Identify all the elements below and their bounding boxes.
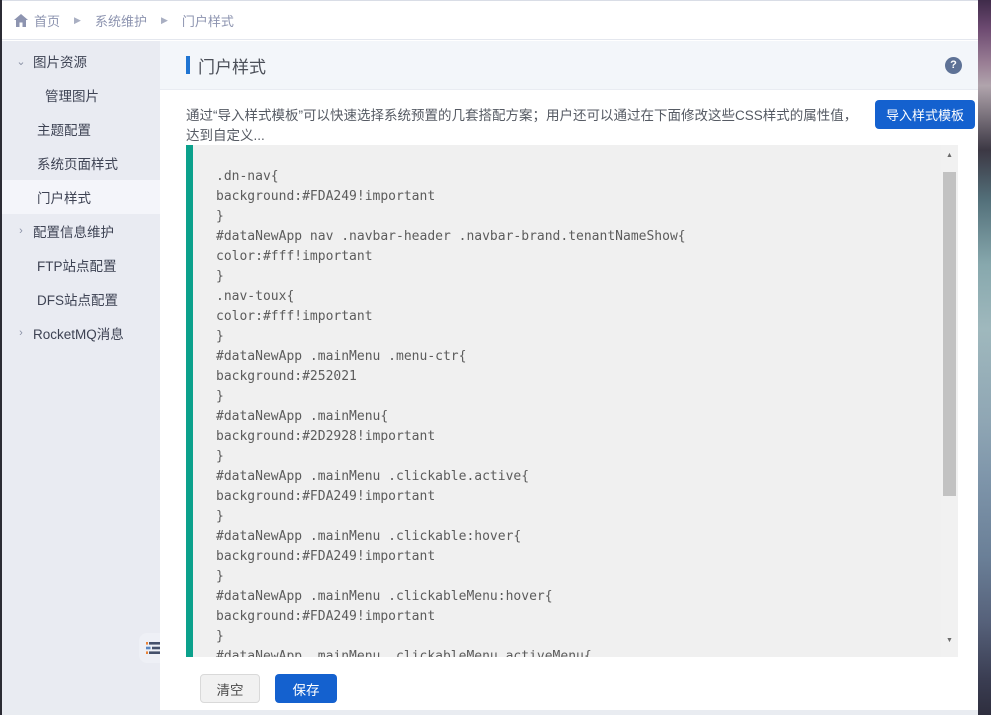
window-bottom-edge: [2, 710, 978, 715]
sidebar-item-portal-style[interactable]: 门户样式: [2, 180, 160, 214]
sidebar-item-label: FTP站点配置: [2, 255, 117, 275]
chevron-right-icon: ›: [15, 225, 27, 237]
chevron-right-icon: ›: [15, 327, 27, 339]
description-text: 通过“导入样式模板”可以快速选择系统预置的几套搭配方案；用户还可以通过在下面修改…: [186, 104, 866, 144]
breadcrumb: 首页 ▶ 系统维护 ▶ 门户样式: [14, 11, 234, 30]
caret-right-icon: ▶: [74, 15, 81, 26]
breadcrumb-system-maintenance[interactable]: 系统维护: [95, 11, 147, 30]
main-content: 门户样式 ? 通过“导入样式模板”可以快速选择系统预置的几套搭配方案；用户还可以…: [160, 41, 978, 710]
sidebar-item-config-info-maintenance[interactable]: › 配置信息维护: [2, 214, 160, 248]
editor-scrollbar[interactable]: ▲ ▼: [941, 145, 958, 657]
sidebar-item-system-page-style[interactable]: 系统页面样式: [2, 146, 160, 180]
help-icon[interactable]: ?: [945, 57, 962, 74]
scroll-down-icon[interactable]: ▼: [941, 632, 958, 649]
breadcrumb-home-label: 首页: [34, 11, 60, 30]
sidebar-item-ftp-site-config[interactable]: FTP站点配置: [2, 248, 160, 282]
breadcrumb-bar: 首页 ▶ 系统维护 ▶ 门户样式: [2, 0, 978, 40]
title-accent-bar: [186, 56, 190, 74]
sidebar-item-label: 门户样式: [2, 187, 91, 207]
sidebar-item-label: 管理图片: [2, 85, 99, 105]
scroll-up-icon[interactable]: ▲: [941, 147, 958, 164]
sidebar-item-manage-images[interactable]: 管理图片: [2, 78, 160, 112]
chevron-down-icon: ⌄: [15, 55, 27, 68]
sidebar-item-image-resources[interactable]: ⌄ 图片资源: [2, 44, 160, 78]
desktop-wallpaper-strip: [978, 0, 991, 715]
sidebar-item-label: DFS站点配置: [2, 289, 118, 309]
home-icon: [14, 14, 28, 27]
css-code-editor[interactable]: .dn-nav{ background:#FDA249!important } …: [186, 145, 958, 657]
sidebar-item-dfs-site-config[interactable]: DFS站点配置: [2, 282, 160, 316]
save-button[interactable]: 保存: [275, 674, 337, 703]
sidebar-item-rocketmq-messages[interactable]: › RocketMQ消息: [2, 316, 160, 350]
sidebar: ⌄ 图片资源 管理图片 主题配置 系统页面样式 门户样式 › 配置信息维护 FT…: [2, 41, 160, 710]
import-style-template-button[interactable]: 导入样式模板: [875, 100, 975, 129]
breadcrumb-home[interactable]: 首页: [14, 11, 60, 30]
page-title-bar: 门户样式 ?: [160, 41, 978, 90]
sidebar-item-theme-config[interactable]: 主题配置: [2, 112, 160, 146]
action-button-row: 清空 保存: [200, 674, 337, 703]
scrollbar-thumb[interactable]: [943, 172, 956, 496]
page-title: 门户样式: [198, 53, 266, 78]
breadcrumb-portal-style: 门户样式: [182, 11, 234, 30]
caret-right-icon: ▶: [161, 15, 168, 26]
clear-button[interactable]: 清空: [200, 674, 260, 703]
css-code-content[interactable]: .dn-nav{ background:#FDA249!important } …: [193, 145, 941, 657]
app-window: 首页 ▶ 系统维护 ▶ 门户样式 ⌄ 图片资源 管理图片 主题配置 系统页面样式…: [0, 0, 991, 715]
sidebar-item-label: 主题配置: [2, 119, 91, 139]
sidebar-item-label: 系统页面样式: [2, 153, 118, 173]
